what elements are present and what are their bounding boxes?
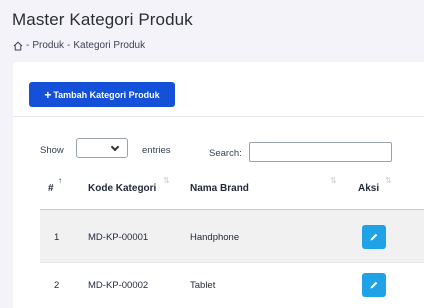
sort-icon: ⇅ (330, 176, 337, 185)
show-label: Show (40, 145, 64, 156)
row-nama-brand: Handphone (190, 232, 240, 243)
add-kategori-button[interactable]: + Tambah Kategori Produk (29, 82, 175, 107)
breadcrumb-separator: - (67, 40, 71, 51)
breadcrumb: - Produk - Kategori Produk (13, 40, 145, 51)
column-header-nama-label: Nama Brand (190, 183, 249, 194)
entries-select[interactable] (76, 138, 128, 158)
column-header-no[interactable]: # (48, 183, 54, 194)
column-header-nama-brand[interactable]: Nama Brand (190, 183, 249, 194)
chevron-down-icon (110, 142, 120, 152)
column-header-no-label: # (48, 183, 54, 194)
table-row: 2 MD-KP-00002 Tablet (40, 263, 424, 308)
sort-icon: ⇅ (385, 176, 392, 185)
table-row: 1 MD-KP-00001 Handphone (40, 210, 424, 262)
search-input[interactable] (249, 142, 392, 162)
add-kategori-button-label: Tambah Kategori Produk (53, 89, 160, 100)
breadcrumb-kategori-produk: Kategori Produk (73, 40, 146, 51)
pencil-icon (370, 233, 378, 241)
page-title: Master Kategori Produk (12, 10, 193, 29)
plus-icon: + (44, 87, 52, 102)
breadcrumb-separator: - (26, 40, 30, 51)
edit-button[interactable] (362, 273, 386, 297)
home-icon[interactable] (13, 41, 23, 51)
pencil-icon (370, 281, 378, 289)
sort-ascending-icon: ↑ (58, 176, 62, 185)
column-header-aksi[interactable]: Aksi (358, 183, 379, 194)
column-header-kode-label: Kode Kategori (88, 183, 157, 194)
column-header-kode[interactable]: Kode Kategori (88, 183, 156, 194)
search-label: Search: (209, 148, 242, 159)
column-header-aksi-label: Aksi (358, 183, 380, 194)
breadcrumb-produk[interactable]: Produk (32, 40, 64, 51)
row-kode-kategori: MD-KP-00002 (88, 280, 149, 291)
card-header-divider (13, 116, 424, 117)
row-number: 1 (54, 232, 60, 243)
row-nama-brand: Tablet (190, 280, 216, 291)
entries-label: entries (142, 145, 171, 156)
row-kode-kategori: MD-KP-00001 (88, 232, 149, 243)
row-number: 2 (54, 280, 60, 291)
edit-button[interactable] (362, 225, 386, 249)
sort-icon: ⇅ (163, 176, 170, 185)
